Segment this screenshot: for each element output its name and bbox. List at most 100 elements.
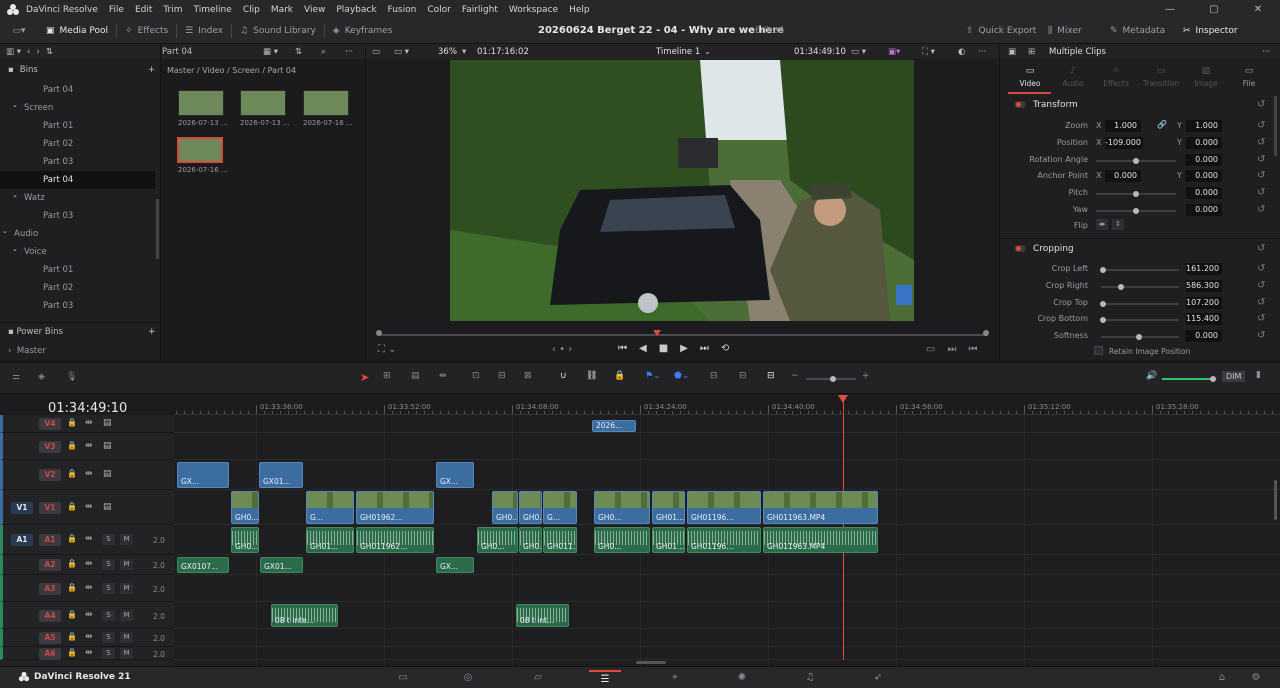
menu-trim[interactable]: Trim: [163, 5, 182, 15]
audio-clip[interactable]: GH011962...: [356, 527, 434, 553]
fairlight-page-icon[interactable]: ♫: [794, 670, 826, 686]
track-id-tag[interactable]: A6: [39, 647, 61, 660]
track-id-tag[interactable]: V2: [39, 469, 61, 481]
menu-view[interactable]: View: [304, 5, 325, 15]
track-id-tag[interactable]: A2: [39, 559, 61, 571]
video-clip[interactable]: GH0...: [519, 491, 542, 524]
audio-clip[interactable]: GH01...: [306, 527, 354, 553]
reset-icon[interactable]: ↺: [1257, 297, 1265, 308]
auto-track-icon[interactable]: ⇹: [85, 534, 93, 544]
reset-icon[interactable]: ↺: [1257, 137, 1265, 148]
metadata-button[interactable]: ✎ Metadata: [1102, 19, 1173, 44]
cut-page-icon[interactable]: ◎: [452, 670, 484, 686]
track-id-tag[interactable]: V1: [39, 501, 61, 514]
reset-icon[interactable]: ↺: [1257, 243, 1265, 254]
track-lock-icon[interactable]: 🔒: [67, 469, 77, 478]
mute-button[interactable]: M: [120, 582, 133, 594]
audio-clip[interactable]: GH01196...: [687, 527, 761, 553]
mute-button[interactable]: M: [120, 632, 133, 643]
flip-horizontal-icon[interactable]: ◂▸: [1096, 219, 1108, 230]
tab-audio[interactable]: ♪ Audio: [1053, 66, 1093, 88]
viewer-more-icon[interactable]: ···: [978, 47, 986, 57]
audio-clip[interactable]: GH011963.MP4: [763, 527, 878, 553]
auto-track-icon[interactable]: ⇹: [85, 502, 93, 512]
track-lock-icon[interactable]: 🔒: [67, 632, 77, 641]
reset-icon[interactable]: ↺: [1257, 154, 1265, 165]
reset-icon[interactable]: ↺: [1257, 280, 1265, 291]
track-header[interactable]: A1 A1 🔒 ⇹ S M 2.0: [0, 525, 174, 555]
track-header[interactable]: A2 🔒 ⇹ S M 2.0: [0, 555, 174, 575]
menu-mark[interactable]: Mark: [271, 5, 293, 15]
bin-tree-item[interactable]: Part 03: [0, 153, 155, 171]
video-clip[interactable]: GH011963.MP4: [763, 491, 878, 524]
back-icon[interactable]: ‹: [27, 47, 30, 57]
zoom-y-field[interactable]: 1.000: [1186, 120, 1222, 132]
video-clip[interactable]: GH01196...: [687, 491, 761, 524]
transform-toggle[interactable]: [1014, 101, 1026, 108]
menu-app[interactable]: DaVinci Resolve: [26, 5, 98, 15]
position-lock-icon[interactable]: 🔒: [614, 371, 625, 381]
video-clip[interactable]: GH0...: [594, 491, 650, 524]
chevron-down-icon[interactable]: ⌄: [12, 101, 18, 109]
timeline-v-scrollbar[interactable]: [1274, 480, 1277, 520]
destination-track-tag[interactable]: V1: [11, 501, 33, 514]
track-lock-icon[interactable]: 🔒: [67, 648, 77, 657]
chevron-down-icon[interactable]: ⌄: [12, 245, 18, 253]
selection-tool-icon[interactable]: ➤: [360, 371, 369, 384]
audio-clip[interactable]: 08 t int...: [516, 604, 569, 627]
tab-video[interactable]: ▭ Video: [1010, 66, 1050, 88]
track-lock-icon[interactable]: 🔒: [67, 583, 77, 592]
zoom-level[interactable]: 36%: [438, 47, 457, 57]
rotation-field[interactable]: 0.000: [1186, 154, 1222, 166]
audio-clip[interactable]: GH0...: [594, 527, 650, 553]
crop-bottom-field[interactable]: 115.400: [1186, 313, 1222, 325]
transform-section-header[interactable]: Transform ↺: [1000, 97, 1280, 113]
menu-file[interactable]: File: [109, 5, 124, 15]
auto-track-icon[interactable]: ⇹: [85, 648, 93, 658]
track-lane[interactable]: [174, 460, 1280, 490]
track-lane[interactable]: [174, 575, 1280, 602]
inspector-button[interactable]: ✂ Inspector: [1175, 19, 1246, 44]
reset-icon[interactable]: ↺: [1257, 330, 1265, 341]
track-lane[interactable]: [174, 415, 1280, 433]
bin-tree-item[interactable]: Part 04: [0, 81, 155, 99]
solo-button[interactable]: S: [102, 534, 115, 545]
deliver-page-icon[interactable]: ➶: [862, 670, 894, 686]
minimize-icon[interactable]: —: [1148, 0, 1192, 19]
viewer-layout-icon[interactable]: ▭: [372, 47, 380, 57]
bin-tree-item[interactable]: Part 01: [0, 261, 155, 279]
close-icon[interactable]: ✕: [1236, 0, 1280, 19]
media-page-icon[interactable]: ▭: [387, 670, 419, 686]
mute-button[interactable]: M: [120, 559, 133, 570]
track-lane[interactable]: [174, 555, 1280, 575]
track-lock-icon[interactable]: 🔒: [67, 441, 77, 450]
list-view-icon[interactable]: ▥ ▾: [6, 47, 21, 57]
inspector-split-icon[interactable]: ⊞: [1028, 47, 1035, 57]
viewer-mode-icon[interactable]: ▭ ▾: [394, 47, 409, 57]
zoom-in-icon[interactable]: +: [862, 371, 870, 381]
anchor-x-field[interactable]: 0.000: [1105, 170, 1141, 182]
video-frame[interactable]: [450, 60, 914, 321]
audio-clip[interactable]: GH0...: [519, 527, 542, 553]
audio-clip[interactable]: GH01...: [652, 527, 685, 553]
reset-icon[interactable]: ↺: [1257, 99, 1265, 110]
menu-playback[interactable]: Playback: [336, 5, 376, 15]
audio-clip[interactable]: GX0107...: [177, 557, 229, 573]
mute-button[interactable]: M: [120, 647, 133, 659]
reset-icon[interactable]: ↺: [1257, 313, 1265, 324]
bin-tree-item[interactable]: Audio: [0, 225, 155, 243]
cropping-toggle[interactable]: [1014, 245, 1026, 252]
track-visibility-icon[interactable]: ▤: [103, 418, 112, 428]
panel-toggle-icon[interactable]: ▭▾: [0, 19, 38, 44]
edit-page-icon[interactable]: ☰: [589, 670, 621, 686]
zoom-out-icon[interactable]: −: [791, 371, 799, 381]
bin-tree-item[interactable]: Part 02: [0, 135, 155, 153]
inspector-expand-icon[interactable]: ▣: [1008, 47, 1016, 57]
forward-icon[interactable]: ›: [36, 47, 39, 57]
sort-clips-icon[interactable]: ⇅: [295, 47, 302, 57]
stop-icon[interactable]: ■: [659, 343, 668, 354]
home-icon[interactable]: ⌂: [1206, 670, 1238, 686]
auto-track-icon[interactable]: ⇹: [85, 469, 93, 479]
jog-control-icon[interactable]: ‹ • ›: [552, 344, 572, 355]
solo-button[interactable]: S: [102, 559, 115, 570]
